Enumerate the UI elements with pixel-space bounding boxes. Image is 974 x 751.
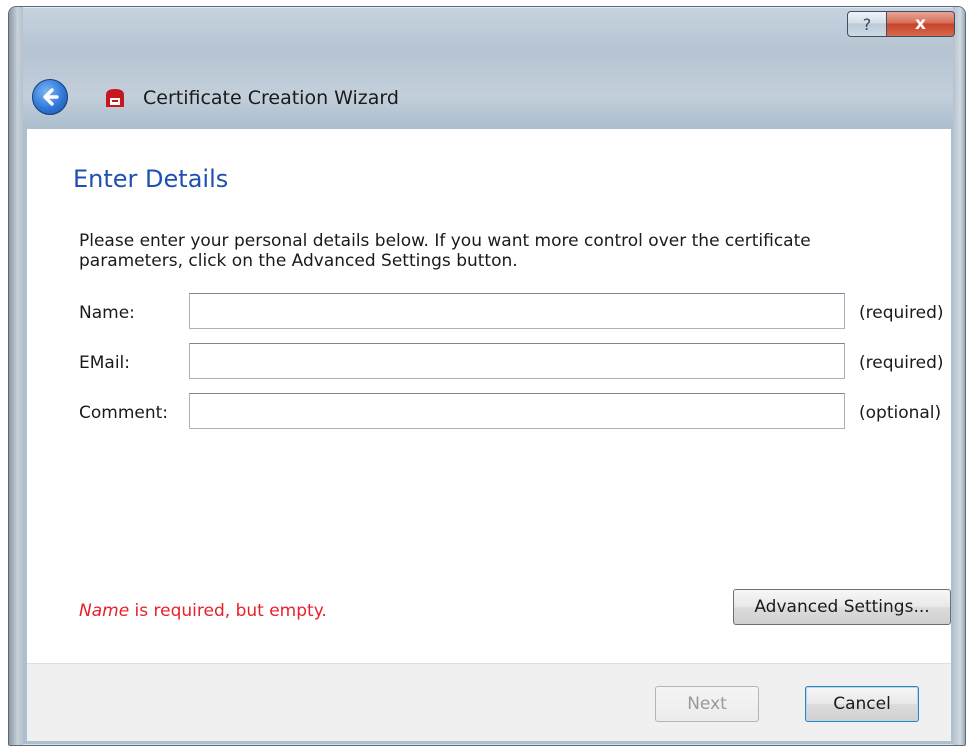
caption-buttons: ? x (847, 11, 955, 37)
help-icon: ? (862, 14, 872, 34)
window-frame-left (9, 7, 23, 745)
certificate-icon (106, 89, 124, 107)
wizard-content: Enter Details Please enter your personal… (27, 129, 951, 663)
back-arrow-icon (43, 88, 59, 106)
email-label: EMail: (79, 353, 130, 373)
error-field-name: Name (79, 601, 130, 621)
next-button[interactable]: Next (655, 686, 759, 722)
error-message: is required, but empty. (129, 601, 327, 621)
close-icon: x (915, 14, 926, 34)
validation-error: Name is required, but empty. (79, 601, 327, 621)
name-input[interactable] (189, 293, 845, 329)
back-button[interactable] (32, 79, 68, 115)
email-row: EMail: (required) (79, 343, 951, 383)
page-title: Enter Details (73, 165, 229, 193)
comment-label: Comment: (79, 403, 169, 423)
comment-input[interactable] (189, 393, 845, 429)
email-hint: (required) (859, 353, 944, 373)
instructions-text: Please enter your personal details below… (79, 231, 811, 271)
name-label: Name: (79, 303, 135, 323)
close-button[interactable]: x (887, 11, 955, 37)
comment-hint: (optional) (859, 403, 942, 423)
help-button[interactable]: ? (847, 11, 887, 37)
comment-row: Comment: (optional) (79, 393, 951, 433)
name-row: Name: (required) (79, 293, 951, 333)
advanced-settings-button[interactable]: Advanced Settings... (733, 589, 951, 625)
wizard-footer: Next Cancel (27, 663, 951, 741)
email-input[interactable] (189, 343, 845, 379)
window-frame-right (953, 7, 965, 745)
wizard-window: ? x Certificate Creation Wizard Enter De… (8, 6, 966, 746)
name-hint: (required) (859, 303, 944, 323)
window-title: Certificate Creation Wizard (143, 87, 399, 109)
cancel-button[interactable]: Cancel (805, 686, 919, 722)
